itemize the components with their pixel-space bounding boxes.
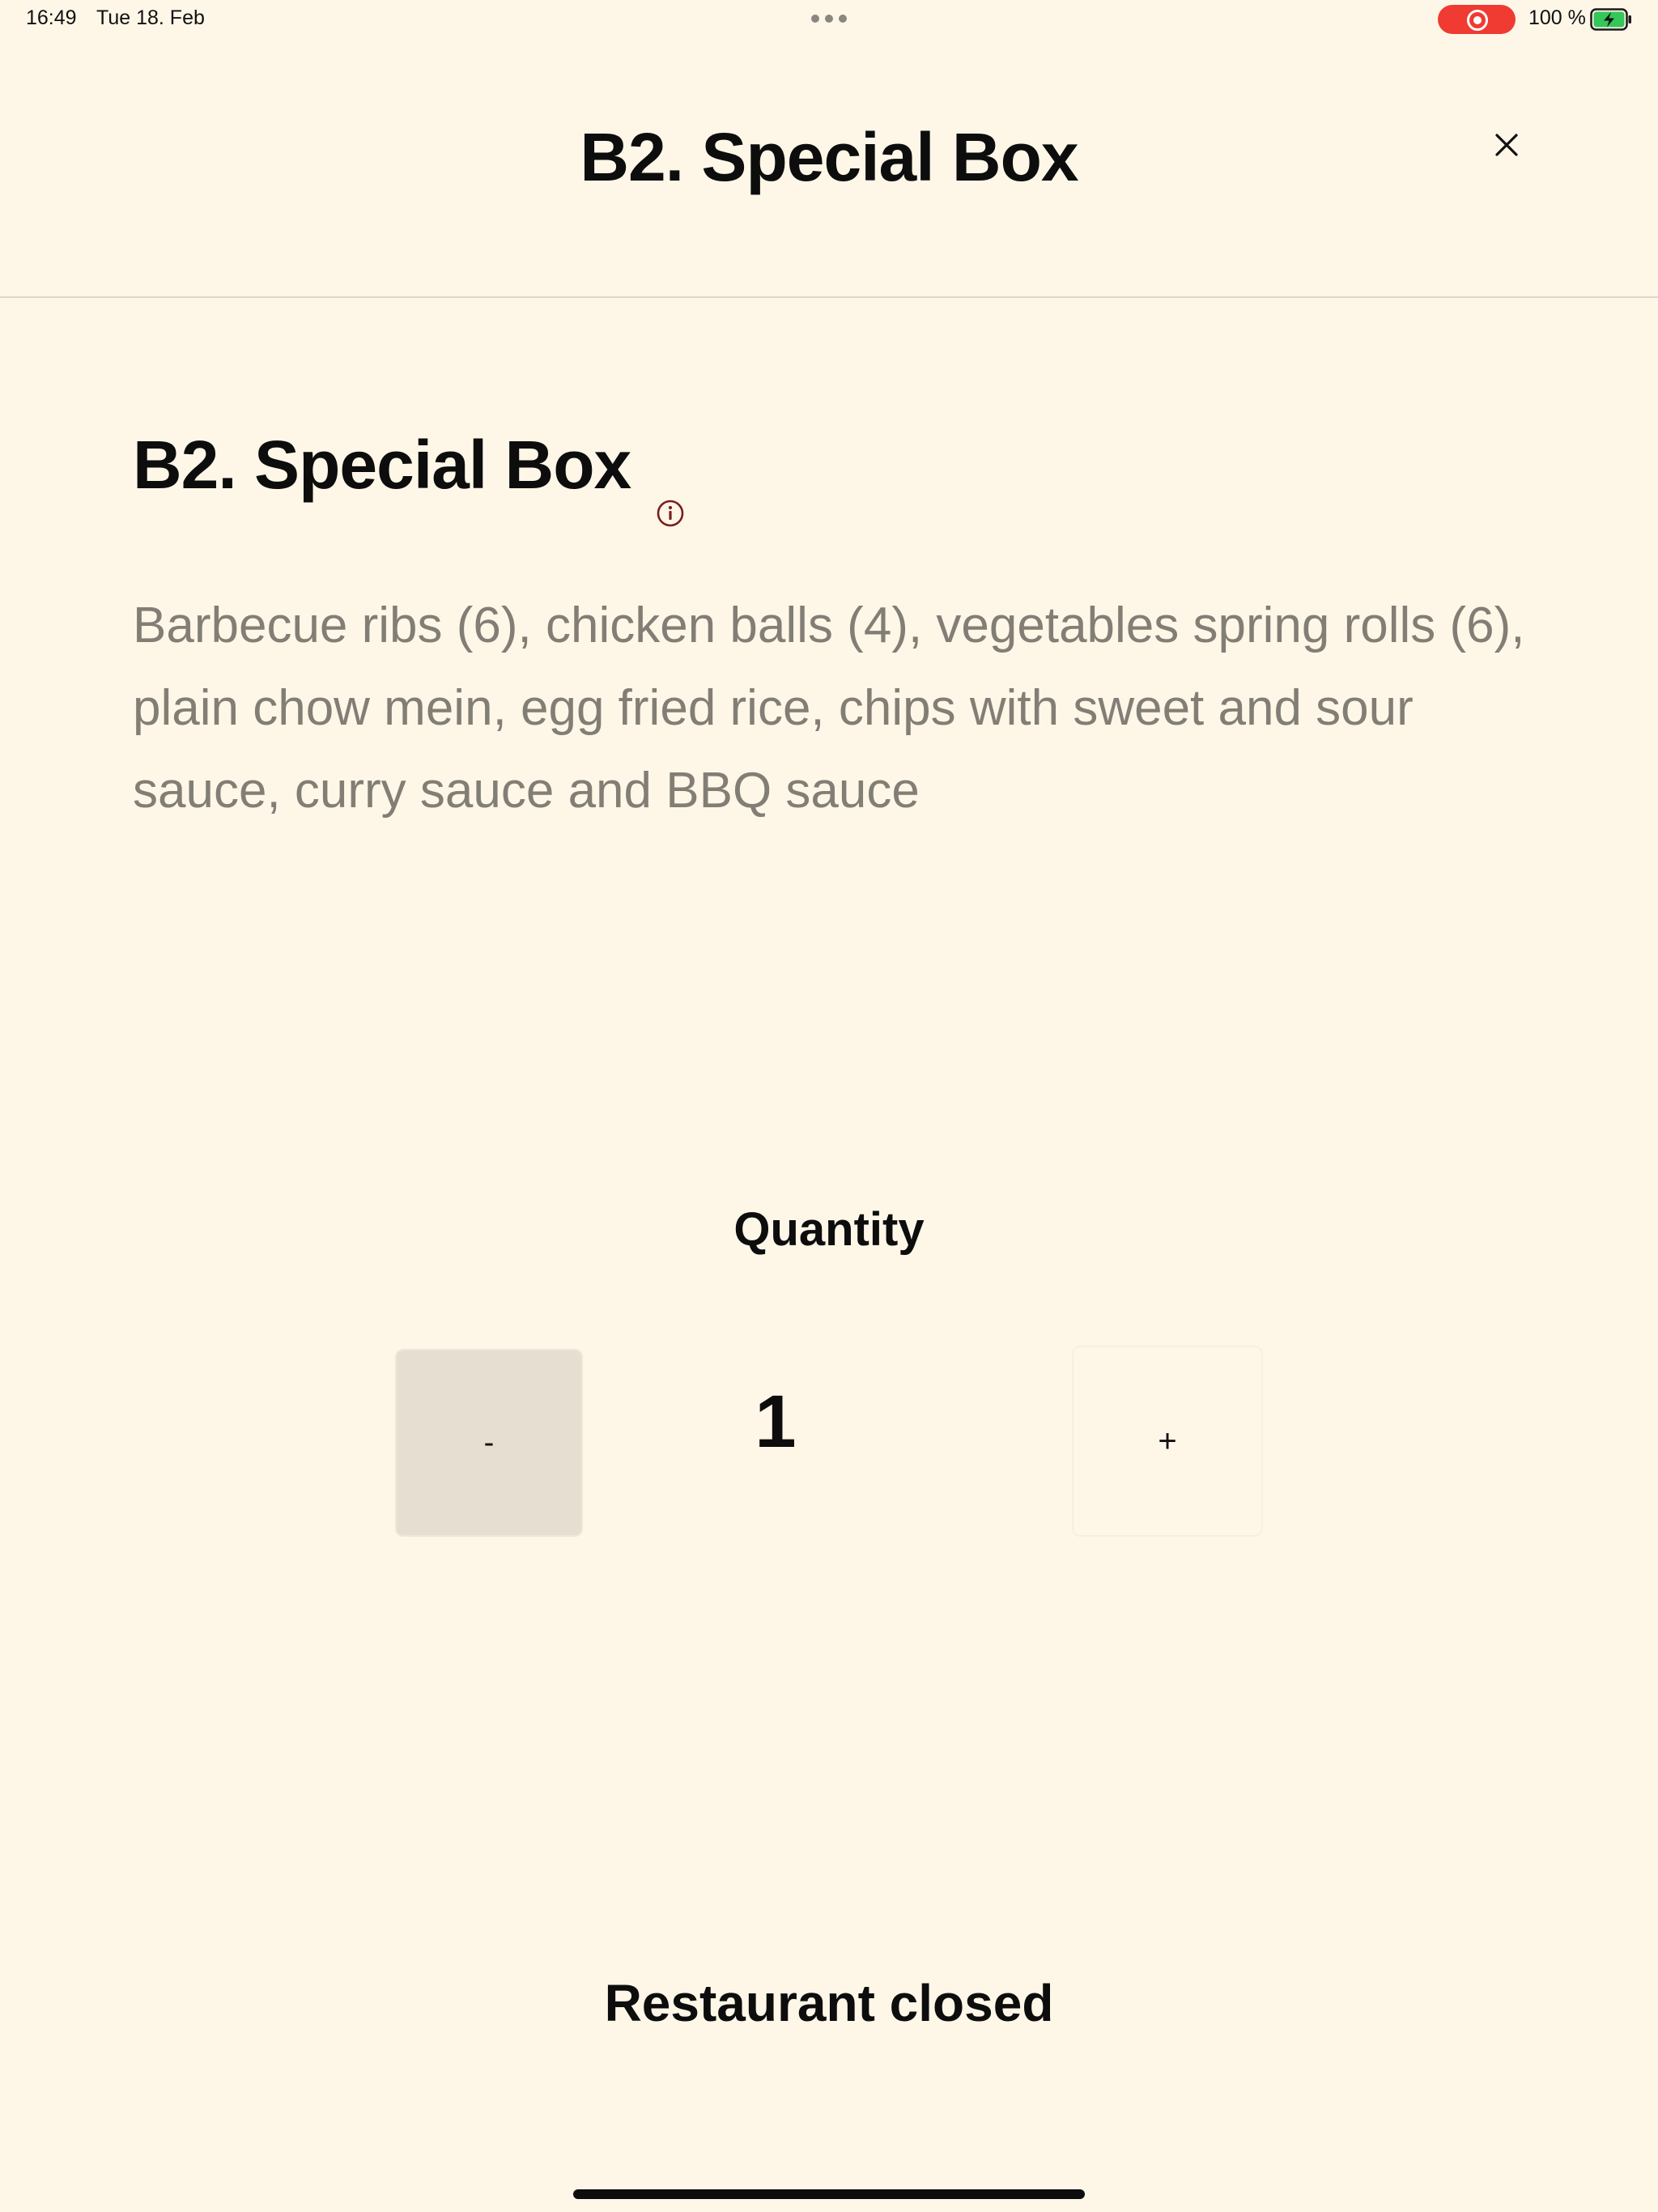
multitasking-dots-icon[interactable] — [811, 15, 847, 23]
item-description: Barbecue ribs (6), chicken balls (4), ve… — [133, 598, 1525, 819]
battery-percentage: 100 % — [1528, 6, 1586, 29]
restaurant-status: Restaurant closed — [604, 1974, 1054, 2032]
header-title: B2. Special Box — [580, 119, 1078, 195]
record-icon — [1467, 10, 1488, 31]
home-indicator[interactable] — [573, 2189, 1085, 2199]
status-time: 16:49 — [26, 6, 77, 29]
info-icon[interactable] — [656, 499, 685, 528]
battery-charging-icon — [1590, 8, 1631, 31]
increment-button[interactable]: + — [1072, 1346, 1263, 1537]
status-bar: 16:49 Tue 18. Feb 100 % — [0, 0, 1658, 39]
close-icon[interactable] — [1490, 128, 1524, 162]
quantity-value: 1 — [755, 1380, 797, 1463]
item-title: B2. Special Box — [133, 427, 631, 503]
screen-recording-indicator[interactable] — [1438, 5, 1516, 34]
decrement-button[interactable]: - — [395, 1349, 583, 1537]
header-divider — [0, 296, 1658, 298]
status-date: Tue 18. Feb — [96, 6, 205, 29]
quantity-label: Quantity — [733, 1203, 925, 1256]
